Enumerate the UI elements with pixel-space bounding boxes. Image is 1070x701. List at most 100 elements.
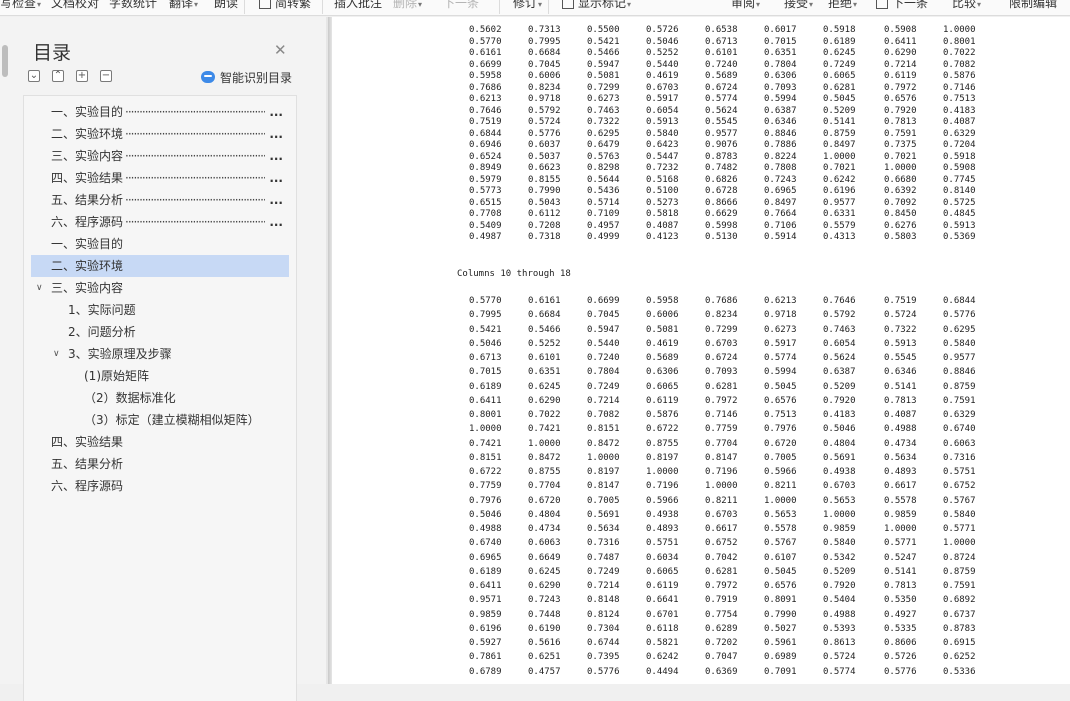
matrix-cell: 0.7249 [587,381,620,392]
matrix-cell: 0.5876 [943,71,976,81]
toc-item[interactable]: 五、结果分析 [31,453,289,475]
toc-item[interactable]: 二、实验环境 [31,255,289,277]
matrix-cell: 0.5691 [587,509,620,520]
matrix-cell: 0.7243 [764,174,797,185]
toc-item[interactable]: ∨ 3、实验原理及步骤 [31,343,289,365]
matrix-cell: 0.6411 [884,36,917,47]
toolbar-item[interactable]: 删除▾ [393,0,422,14]
remove-heading-icon[interactable]: − [100,70,112,82]
matrix-cell: 0.4494 [646,666,679,677]
matrix-cell: 0.4734 [884,438,917,449]
matrix-cell: 1.0000 [587,452,620,463]
matrix-cell: 0.6740 [469,538,502,549]
toolbar-item[interactable]: 显示标记▾ [562,0,631,14]
toolbar-item[interactable]: 修订▾ [513,0,542,14]
matrix-cell: 0.5466 [587,48,620,58]
toc-item[interactable]: 一、实验目的 ··································… [31,101,289,123]
toolbar-item[interactable]: 下一条 [876,0,928,12]
toc-item[interactable]: ∨ 三、实验内容 [31,277,289,299]
toc-item[interactable]: 一、实验目的 [31,233,289,255]
chevron-down-icon[interactable]: ∨ [53,343,60,365]
collapse-all-icon[interactable]: ⌄ [28,70,40,82]
matrix-cell: 0.4183 [943,105,976,116]
matrix-cell: 0.5579 [823,220,856,231]
matrix-cell: 0.8147 [587,481,620,492]
matrix-cell: 0.5046 [469,509,502,520]
add-heading-icon[interactable]: + [76,70,88,82]
toolbar-item[interactable]: 接受▾ [784,0,813,14]
matrix-cell: 0.7976 [764,424,797,435]
toolbar-item[interactable]: 审阅▾ [731,0,760,14]
matrix-cell: 0.7704 [705,438,738,449]
matrix-cell: 0.5027 [764,623,797,634]
matrix-cell: 0.7813 [884,117,917,127]
toc-item[interactable]: 四、实验结果 ··································… [31,167,289,189]
toc-item[interactable]: 六、程序源码 ··································… [31,211,289,233]
toc-item[interactable]: 五、结果分析 ··································… [31,189,289,211]
matrix-cell: 1.0000 [884,524,917,534]
matrix-cell: 0.8472 [528,452,561,463]
matrix-cell: 0.4183 [823,410,856,420]
matrix-cell: 0.5653 [823,495,856,506]
matrix-cell: 0.5770 [469,296,502,306]
toolbar-icon [876,0,888,9]
toolbar-item-label: 显示标记 [578,0,627,10]
matrix-cell: 0.6196 [469,623,502,634]
matrix-cell: 0.8606 [884,638,917,648]
matrix-cell: 0.6826 [705,174,738,185]
toolbar-item[interactable]: 拒绝▾ [828,0,857,14]
matrix-cell: 0.7146 [705,410,738,420]
expand-up-icon[interactable]: ⌃ [52,70,64,82]
dropdown-arrow-icon: ▾ [418,0,423,9]
matrix-cell: 0.5440 [587,338,620,349]
matrix-cell: 0.5994 [764,94,797,104]
toc-item-label: 一、实验目的 [51,237,124,251]
toolbar-icon [562,0,574,9]
toc-item[interactable]: 二、实验环境 ··································… [31,123,289,145]
matrix-cell: 0.6703 [646,82,679,93]
toolbar-item[interactable]: 翻译▾ [169,0,198,14]
matrix-cell: 0.6190 [528,623,561,634]
matrix-cell: 0.6946 [469,140,502,150]
toolbar-item[interactable]: 文档校对 [51,0,99,12]
matrix-cell: 0.6306 [646,367,679,378]
toc-truncation: ... [269,105,283,119]
ai-icon [201,71,215,83]
matrix-cell: 0.5436 [587,186,620,196]
toolbar-item[interactable]: 下一条 [443,0,479,12]
toc-item[interactable]: (1)原始矩阵 [31,365,289,387]
toolbar-item-label: 修订 [513,0,538,10]
toolbar-item[interactable]: 插入批注 [334,0,382,12]
smart-toc-button[interactable]: 智能识别目录 [201,69,292,86]
matrix-cell: 0.8224 [764,151,797,162]
toc-item[interactable]: （2）数据标准化 [31,387,289,409]
matrix-cell: 0.4999 [587,232,620,242]
toolbar-separator [244,0,245,14]
matrix-cell: 0.7015 [764,36,797,47]
toolbar-item[interactable]: 简转繁 [259,0,311,12]
matrix-cell: 0.5947 [587,59,620,70]
chevron-down-icon[interactable]: ∨ [36,277,43,299]
toolbar-item[interactable]: 限制编辑 [1009,0,1057,12]
matrix-cell: 0.6892 [943,595,976,606]
toc-leader-dots: ········································… [125,193,265,207]
toolbar-item[interactable]: 写检查▾ [0,0,41,14]
toolbar-item-label: 朗读 [214,0,239,10]
matrix-cell: 0.6006 [646,310,679,321]
matrix-cell: 0.7021 [823,163,856,173]
toolbar-item[interactable]: 比较▾ [952,0,981,14]
toc-item[interactable]: 六、程序源码 [31,475,289,497]
toolbar-item[interactable]: 字数统计 [109,0,157,12]
toc-item[interactable]: 四、实验结果 [31,431,289,453]
toc-item[interactable]: （3）标定（建立模糊相似矩阵） [31,409,289,431]
matrix-cell: 0.4988 [884,424,917,435]
toc-item[interactable]: 2、问题分析 [31,321,289,343]
matrix-cell: 0.9577 [705,128,738,139]
toc-item[interactable]: 1、实际问题 [31,299,289,321]
toolbar-item[interactable]: 朗读 [214,0,238,12]
close-icon[interactable]: ✕ [274,41,287,59]
matrix-cell: 0.6387 [823,367,856,378]
matrix-cell: 0.4893 [646,524,679,534]
toc-item[interactable]: 三、实验内容 ··································… [31,145,289,167]
panel-scrollbar[interactable] [2,45,8,77]
